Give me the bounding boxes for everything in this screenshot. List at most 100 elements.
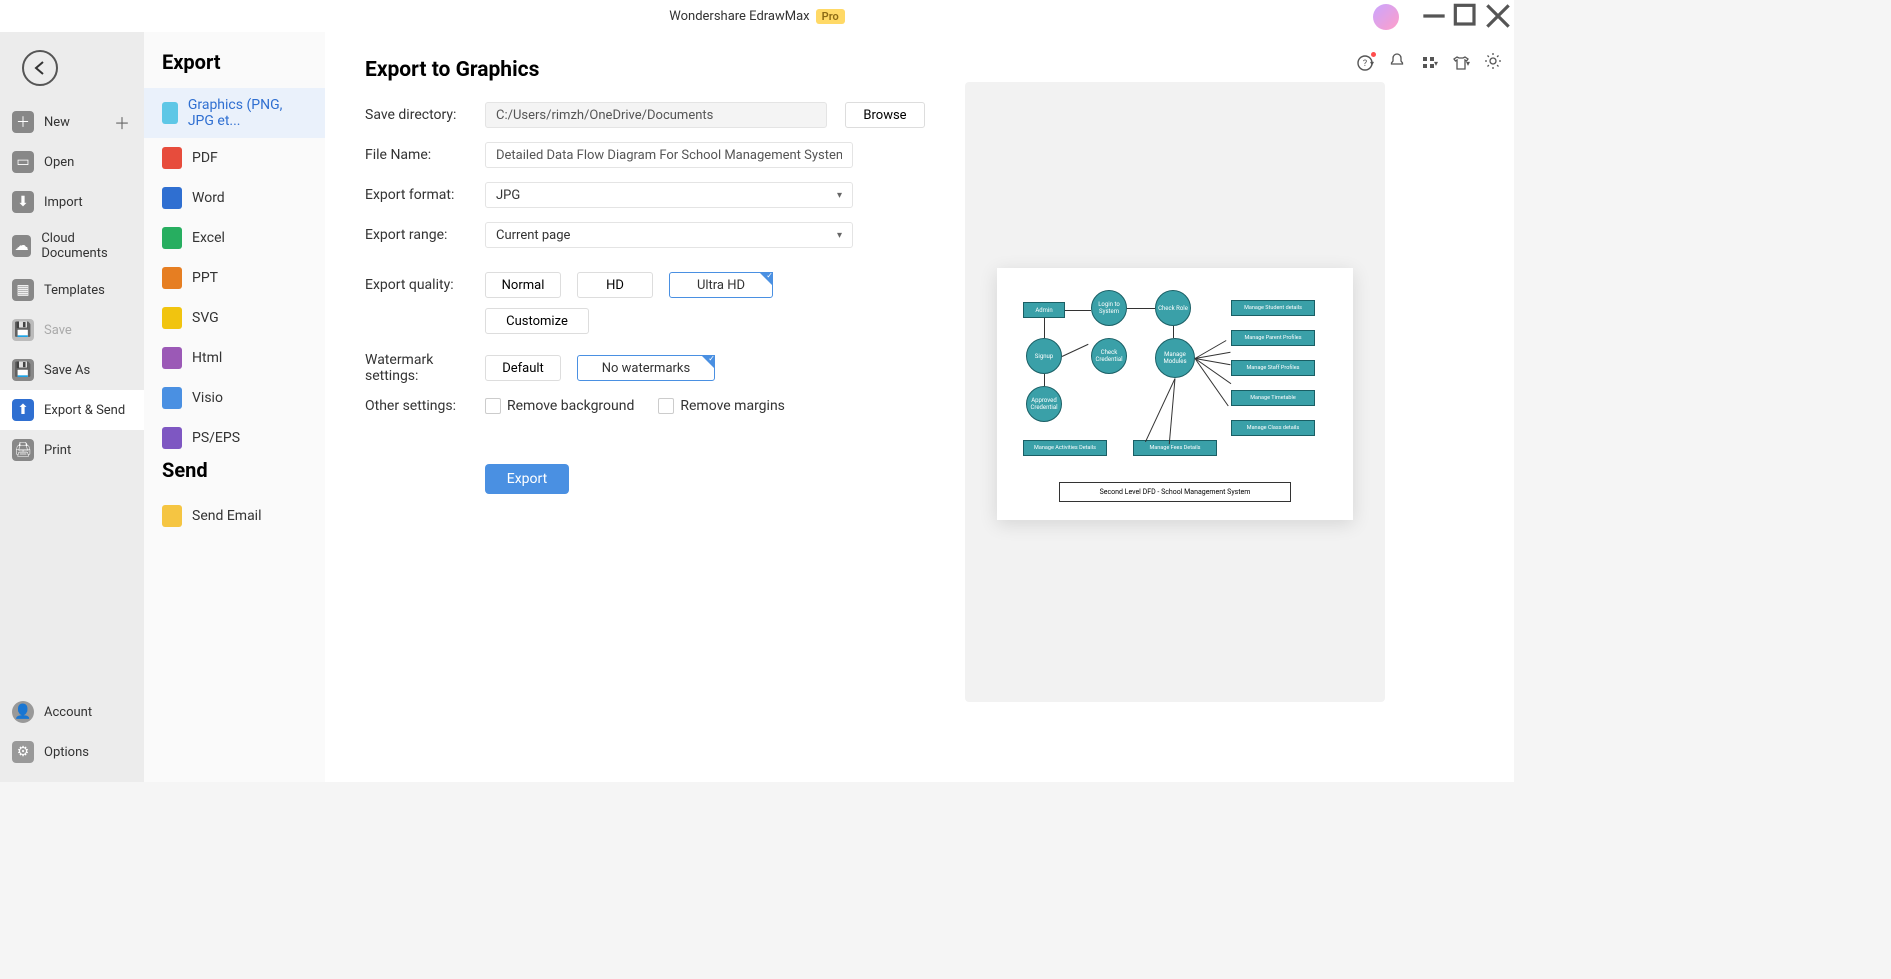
sidebar-item-print[interactable]: 🖨 Print <box>0 430 144 470</box>
close-button[interactable] <box>1482 0 1514 32</box>
format-item-label: Excel <box>192 230 225 246</box>
format-item-ppt[interactable]: PPT <box>144 258 325 298</box>
export-button[interactable]: Export <box>485 464 569 494</box>
shirt-icon[interactable]: ▾ <box>1452 54 1470 72</box>
sidebar-item-account[interactable]: 👤Account <box>0 692 144 732</box>
watermark-button-group: Default No watermarks <box>485 355 715 381</box>
plus-icon[interactable]: ＋ <box>114 110 130 134</box>
preview-box: Admin Signup Approved Credential Login t… <box>965 82 1385 702</box>
format-item-pdf[interactable]: PDF <box>144 138 325 178</box>
row-export-quality: Export quality: Normal HD Ultra HD <box>365 272 925 298</box>
quality-normal-button[interactable]: Normal <box>485 272 561 298</box>
row-customize: Customize <box>485 308 925 334</box>
dfd-node-r4: Manage Timetable <box>1231 390 1315 406</box>
button-label: No watermarks <box>602 361 690 376</box>
file-type-icon <box>162 347 182 369</box>
remove-background-checkbox[interactable]: Remove background <box>485 398 634 414</box>
sidebar-item-cloud[interactable]: ☁ Cloud Documents <box>0 222 144 270</box>
sidebar-item-label: Cloud Documents <box>41 231 132 261</box>
sidebar-item-label: Options <box>44 745 89 760</box>
sidebar-item-save-as[interactable]: 💾Save As <box>0 350 144 390</box>
sidebar-item-label: Open <box>44 155 74 170</box>
sidebar-item-label: Templates <box>44 283 105 298</box>
format-item-graphics-png-jpg-et[interactable]: Graphics (PNG, JPG et... <box>144 88 325 138</box>
grid-icon[interactable]: ▾ <box>1420 54 1438 72</box>
watermark-default-button[interactable]: Default <box>485 355 561 381</box>
window-controls <box>1418 0 1514 32</box>
export-format-select[interactable]: JPG <box>485 182 853 208</box>
label-file-name: File Name: <box>365 147 485 163</box>
quality-ultra-hd-button[interactable]: Ultra HD <box>669 272 773 298</box>
import-icon: ⬇ <box>12 191 34 213</box>
check-icon <box>759 272 773 286</box>
dfd-node-r3: Manage Staff Profiles <box>1231 360 1315 376</box>
bell-icon[interactable] <box>1388 52 1406 74</box>
dfd-node-r5: Manage Class details <box>1231 420 1315 436</box>
export-icon: ⬆ <box>12 399 34 421</box>
sidebar-item-export-send[interactable]: ⬆ Export & Send <box>0 390 144 430</box>
select-value: Current page <box>496 228 570 243</box>
format-item-label: PS/EPS <box>192 430 240 446</box>
maximize-button[interactable] <box>1450 0 1482 32</box>
browse-button[interactable]: Browse <box>845 102 925 128</box>
avatar-icon[interactable] <box>1373 4 1399 30</box>
sidebar-item-label: Import <box>44 195 83 210</box>
print-icon: 🖨 <box>12 439 34 461</box>
save-as-icon: 💾 <box>12 359 34 381</box>
quality-customize-button[interactable]: Customize <box>485 308 589 334</box>
label-export-range: Export range: <box>365 227 485 243</box>
cloud-icon: ☁ <box>12 235 31 257</box>
save-icon: 💾 <box>12 319 34 341</box>
check-icon <box>701 355 715 369</box>
format-item-excel[interactable]: Excel <box>144 218 325 258</box>
file-type-icon <box>162 387 182 409</box>
format-item-send-email[interactable]: Send Email <box>144 496 325 536</box>
sidebar-item-import[interactable]: ⬇ Import <box>0 182 144 222</box>
gear-icon[interactable] <box>1484 52 1502 74</box>
sidebar-item-options[interactable]: ⚙Options <box>0 732 144 772</box>
sidebar-item-open[interactable]: ▭Open <box>0 142 144 182</box>
sidebar-item-new[interactable]: ＋New＋ <box>0 102 144 142</box>
page-title: Export to Graphics <box>365 58 925 82</box>
format-item-label: PDF <box>192 150 218 166</box>
format-item-label: Word <box>192 190 225 206</box>
sidebar-item-save: 💾 Save <box>0 310 144 350</box>
save-directory-input[interactable] <box>485 102 827 128</box>
notification-dot <box>1371 52 1376 57</box>
format-item-ps-eps[interactable]: PS/EPS <box>144 418 325 458</box>
format-item-svg[interactable]: SVG <box>144 298 325 338</box>
quality-hd-button[interactable]: HD <box>577 272 653 298</box>
label-other-settings: Other settings: <box>365 398 485 414</box>
sidebar-item-label: Print <box>44 443 71 458</box>
back-button[interactable] <box>22 50 58 86</box>
export-range-select[interactable]: Current page <box>485 222 853 248</box>
sidebar-item-templates[interactable]: ▦ Templates <box>0 270 144 310</box>
chevron-down-icon: ▾ <box>1370 59 1374 68</box>
label-save-directory: Save directory: <box>365 107 485 123</box>
templates-icon: ▦ <box>12 279 34 301</box>
file-type-icon <box>162 102 178 124</box>
sidebar-item-label: Export & Send <box>44 403 125 418</box>
format-item-html[interactable]: Html <box>144 338 325 378</box>
file-name-input[interactable] <box>485 142 853 168</box>
file-type-icon <box>162 307 182 329</box>
preview-image: Admin Signup Approved Credential Login t… <box>997 268 1353 520</box>
chevron-down-icon: ▾ <box>1434 59 1438 68</box>
format-list: Graphics (PNG, JPG et... PDF Word Excel PPTS… <box>144 88 325 458</box>
dfd-node-login: Login to System <box>1091 290 1127 326</box>
minimize-button[interactable] <box>1418 0 1450 32</box>
watermark-none-button[interactable]: No watermarks <box>577 355 715 381</box>
dfd-node-check-role: Check Role <box>1155 290 1191 326</box>
format-item-word[interactable]: Word <box>144 178 325 218</box>
remove-margins-checkbox[interactable]: Remove margins <box>658 398 785 414</box>
button-label: Ultra HD <box>697 278 745 293</box>
dfd-node-approved: Approved Credential <box>1026 386 1062 422</box>
label-watermark: Watermark settings: <box>365 352 485 384</box>
sidebar-item-label: New <box>44 115 70 130</box>
help-icon[interactable]: ? ▾ <box>1356 54 1374 72</box>
primary-sidebar: ＋New＋ ▭Open ⬇Import ☁Cloud Documents ▦Te… <box>0 32 144 782</box>
sidebar-item-label: Save <box>44 323 72 338</box>
row-watermark: Watermark settings: Default No watermark… <box>365 352 925 384</box>
format-item-visio[interactable]: Visio <box>144 378 325 418</box>
sidebar-item-label: Account <box>44 705 92 720</box>
